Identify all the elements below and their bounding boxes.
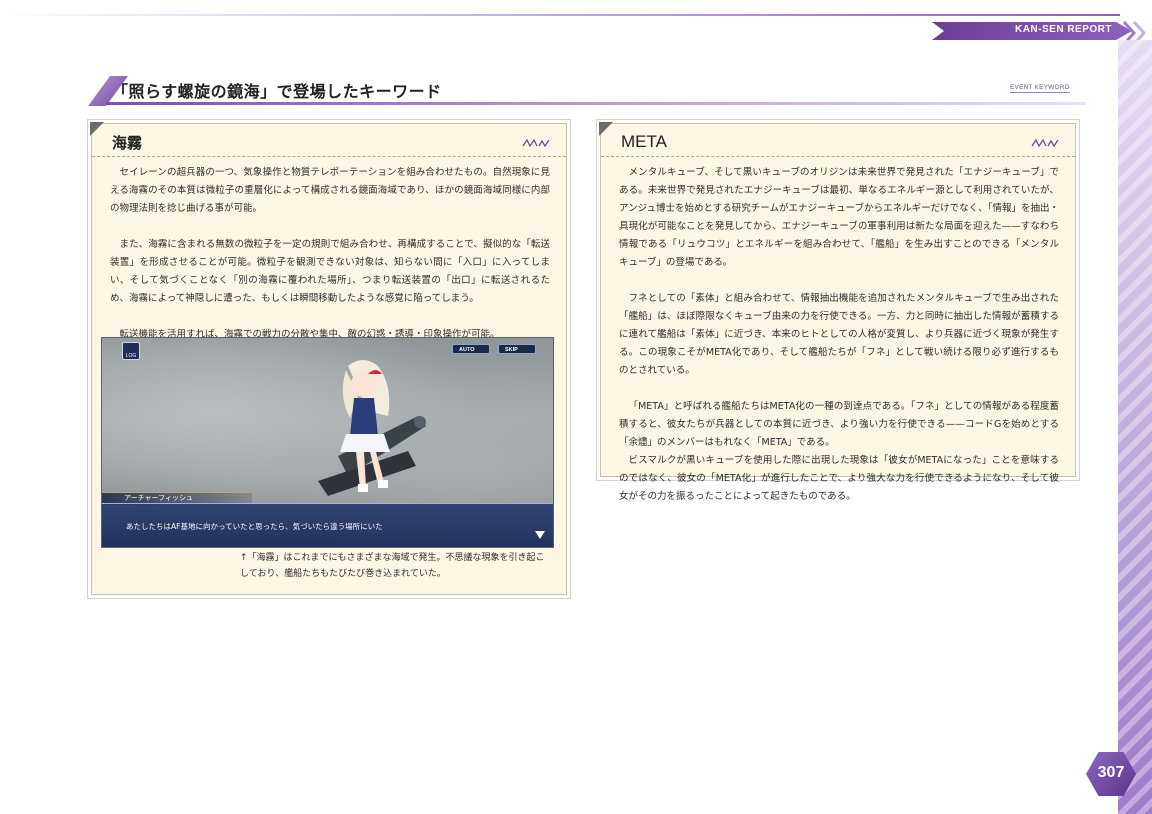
report-label: KAN-SEN REPORT [1014,24,1112,35]
box-body: セイレーンの超兵器の一つ、気象操作と物質テレポーテーションを組み合わせたもの。自… [110,164,550,362]
side-decoration [1118,40,1152,814]
event-keyword-label: EVENT KEYWORD [1010,84,1070,93]
screenshot-caption: ↑「海霧」はこれまでにもさまざまな海域で発生。不思議な現象を引き起こしており、艦… [240,553,545,579]
character-illustration [318,360,426,496]
dialog-text: あたしたちはAF基地に向かっていたと思ったら、気づいたら違う場所にいた [126,522,383,531]
paragraph: セイレーンの超兵器の一つ、気象操作と物質テレポーテーションを組み合わせたもの。自… [110,167,550,214]
corner-mark-icon [90,122,104,136]
box-body: メンタルキューブ、そして黒いキューブのオリジンは未来世界で発見された「エナジーキ… [619,164,1059,524]
signature-icon [522,138,550,148]
page-title: 「照らす螺旋の鏡海」で登場したキーワード [112,82,442,101]
speaker-name: アーチャーフィッシュ [124,494,193,502]
log-button[interactable]: LOG [122,342,140,360]
skip-button[interactable]: SKIP [498,344,536,354]
paragraph: また、海霧に含まれる無数の微粒子を一定の規則で組み合わせ、再構成することで、擬似… [110,239,550,304]
title-underline [106,102,1086,105]
game-screenshot: LOG AUTO SKIP アーチャーフィッシュ あたしたちはAF基地に向かって… [101,337,554,548]
header-stripe [0,14,1120,16]
box-header: 海霧 [90,122,566,157]
paragraph: フネとしての「素体」と組み合わせて、情報抽出機能を追加されたメンタルキューブで生… [619,293,1059,376]
box-heading: 海霧 [112,134,143,152]
box-header: META [599,122,1075,157]
paragraph: 「META」と呼ばれる艦船たちはMETA化の一種の到達点である。「フネ」としての… [619,401,1059,448]
page-number: 307 [1097,764,1125,781]
paragraph: メンタルキューブ、そして黒いキューブのオリジンは未来世界で発見された「エナジーキ… [619,167,1059,268]
auto-button[interactable]: AUTO [452,344,490,354]
signature-icon [1031,138,1059,148]
paragraph: ビスマルクが黒いキューブを使用した際に出現した現象は「彼女がMETAになった」こ… [619,455,1059,502]
corner-mark-icon [599,122,613,136]
keyword-box-meta: META メンタルキューブ、そして黒いキューブのオリジンは未来世界で発見された「… [599,122,1076,502]
next-arrow-icon[interactable] [533,528,547,542]
box-heading: META [621,132,667,151]
